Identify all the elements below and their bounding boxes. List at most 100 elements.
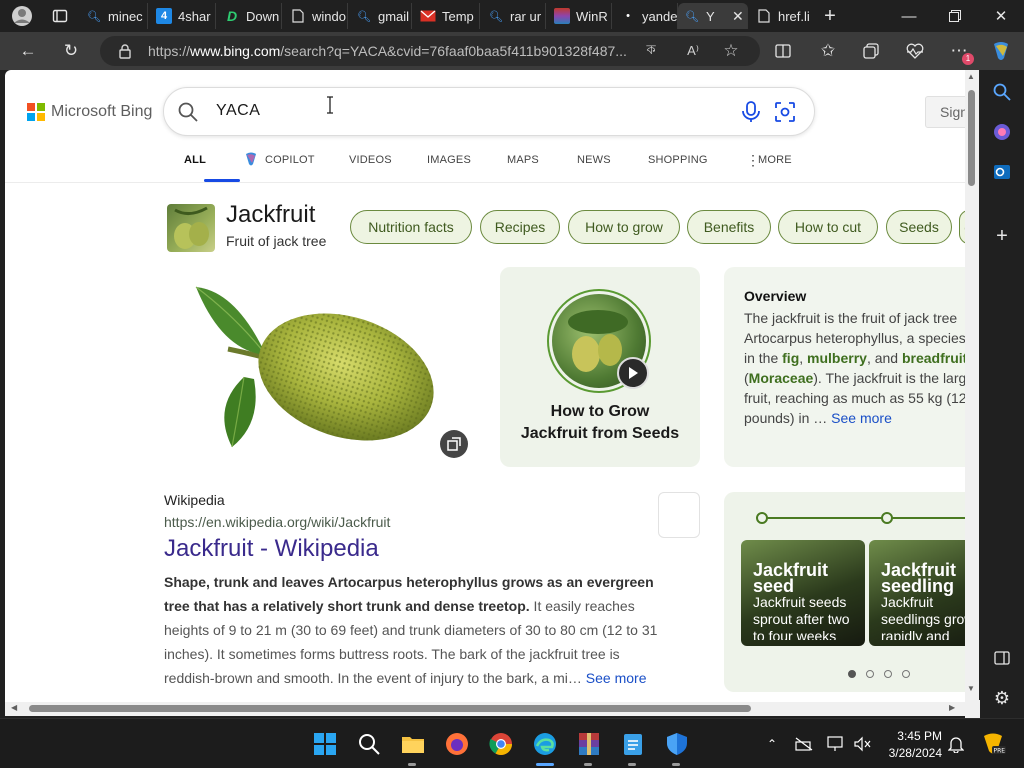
tab-actions-icon[interactable] bbox=[48, 4, 72, 28]
carousel-page-dot[interactable] bbox=[902, 670, 910, 678]
new-tab-plus-icon[interactable]: + bbox=[818, 4, 842, 28]
back-arrow-icon[interactable]: ← bbox=[15, 39, 41, 63]
search-query-text[interactable]: YACA bbox=[216, 102, 260, 120]
vertical-scrollbar[interactable]: ▲ ▼ bbox=[965, 70, 979, 700]
taskbar-search-icon[interactable] bbox=[356, 731, 382, 757]
tab-windows[interactable]: windo bbox=[284, 3, 348, 29]
copilot-icon[interactable] bbox=[988, 39, 1014, 63]
overview-see-more-link[interactable]: See more bbox=[831, 410, 892, 426]
tab-gmail[interactable]: 🔍︎ gmail bbox=[350, 3, 412, 29]
scroll-down-arrow-icon[interactable]: ▼ bbox=[967, 684, 975, 693]
sidebar-search-icon[interactable] bbox=[990, 80, 1014, 104]
copilot-pre-icon[interactable]: PRE bbox=[980, 733, 1006, 755]
vertical-scroll-thumb[interactable] bbox=[968, 90, 975, 186]
tab-4shared[interactable]: 4 4shar bbox=[150, 3, 216, 29]
system-clock[interactable]: 3:45 PM 3/28/2024 bbox=[880, 728, 942, 762]
tab-minecraft[interactable]: 🔍︎ minec bbox=[80, 3, 148, 29]
timeline-card-seedling[interactable]: Jackfruit seedling Jackfruit seedlings g… bbox=[869, 540, 965, 646]
favorites-icon[interactable]: ✩ bbox=[815, 39, 841, 63]
expand-image-icon[interactable] bbox=[440, 430, 468, 458]
jackfruit-main-image[interactable] bbox=[158, 267, 476, 465]
horizontal-scrollbar[interactable]: ◀ ▶ bbox=[5, 702, 965, 716]
volume-muted-icon[interactable] bbox=[852, 734, 872, 754]
scope-all[interactable]: ALL bbox=[184, 154, 206, 166]
sign-in-button[interactable]: Sign bbox=[925, 96, 965, 128]
timeline-card-seed[interactable]: Jackfruit seed Jackfruit seeds sprout af… bbox=[741, 540, 865, 646]
bing-logo[interactable]: Microsoft Bing bbox=[27, 103, 152, 121]
video-card[interactable]: How to Grow Jackfruit from Seeds bbox=[500, 267, 700, 467]
scroll-right-arrow-icon[interactable]: ▶ bbox=[949, 703, 955, 712]
scope-maps[interactable]: MAPS bbox=[507, 154, 539, 166]
scope-more[interactable]: MORE bbox=[758, 154, 792, 166]
scope-videos[interactable]: VIDEOS bbox=[349, 154, 392, 166]
split-screen-icon[interactable] bbox=[770, 39, 796, 63]
defender-shield-icon[interactable] bbox=[664, 731, 690, 757]
address-bar[interactable]: https://www.bing.com/search?q=YACA&cvid=… bbox=[100, 36, 760, 66]
collections-icon[interactable] bbox=[858, 39, 884, 63]
link-fig[interactable]: fig bbox=[782, 350, 799, 366]
sidebar-outlook-icon[interactable] bbox=[990, 160, 1014, 184]
tab-download[interactable]: D Down bbox=[218, 3, 282, 29]
sidebar-hide-icon[interactable] bbox=[990, 646, 1014, 670]
sidebar-copilot-icon[interactable] bbox=[990, 120, 1014, 144]
firefox-icon[interactable] bbox=[444, 731, 470, 757]
search-box[interactable]: YACA bbox=[163, 87, 815, 136]
scope-shopping[interactable]: SHOPPING bbox=[648, 154, 708, 166]
chip-nutrition-facts[interactable]: Nutrition facts bbox=[350, 210, 472, 244]
profile-avatar-icon[interactable] bbox=[10, 4, 34, 28]
restore-button[interactable] bbox=[932, 0, 978, 32]
link-mulberry[interactable]: mulberry bbox=[807, 350, 867, 366]
chip-benefits[interactable]: Benefits bbox=[687, 210, 771, 244]
tab-rar-url[interactable]: 🔍︎ rar ur bbox=[482, 3, 546, 29]
snippet-see-more-link[interactable]: See more bbox=[586, 670, 647, 686]
winrar-icon[interactable] bbox=[576, 731, 602, 757]
windows-start-icon[interactable] bbox=[312, 731, 338, 757]
close-tab-icon[interactable]: ✕ bbox=[732, 8, 744, 25]
link-moraceae[interactable]: Moraceae bbox=[749, 370, 814, 386]
display-icon[interactable] bbox=[826, 734, 846, 754]
minimize-button[interactable]: — bbox=[886, 0, 932, 32]
edge-icon[interactable] bbox=[532, 731, 558, 757]
carousel-page-dot[interactable] bbox=[866, 670, 874, 678]
scroll-left-arrow-icon[interactable]: ◀ bbox=[11, 703, 17, 712]
sidebar-add-icon[interactable]: + bbox=[990, 224, 1014, 248]
notifications-bell-icon[interactable] bbox=[946, 734, 966, 754]
carousel-page-dot[interactable] bbox=[848, 670, 856, 678]
close-window-button[interactable]: ✕ bbox=[978, 0, 1024, 32]
show-hidden-icons-chevron-icon[interactable]: ⌃ bbox=[762, 734, 782, 754]
notepad-icon[interactable] bbox=[620, 731, 646, 757]
chrome-icon[interactable] bbox=[488, 731, 514, 757]
file-explorer-icon[interactable] bbox=[400, 731, 426, 757]
browser-essentials-icon[interactable] bbox=[902, 39, 928, 63]
microphone-icon[interactable] bbox=[741, 101, 761, 123]
refresh-icon[interactable]: ↻ bbox=[58, 39, 84, 63]
tab-yandex[interactable]: • yande bbox=[614, 3, 678, 29]
play-icon[interactable] bbox=[617, 357, 649, 389]
result-title-link[interactable]: Jackfruit - Wikipedia bbox=[164, 535, 379, 563]
url-text[interactable]: https://www.bing.com/search?q=YACA&cvid=… bbox=[148, 43, 630, 59]
translate-icon[interactable]: ক bbox=[640, 42, 662, 60]
favorite-star-icon[interactable]: ☆ bbox=[720, 41, 742, 60]
visual-search-icon[interactable] bbox=[774, 101, 796, 123]
result-thumbnail-placeholder[interactable] bbox=[658, 492, 700, 538]
link-breadfruit[interactable]: breadfruit bbox=[902, 350, 965, 366]
tab-href-li[interactable]: href.li bbox=[750, 3, 820, 29]
video-title[interactable]: How to Grow Jackfruit from Seeds bbox=[500, 401, 700, 445]
lock-icon[interactable] bbox=[118, 43, 132, 59]
jackfruit-thumbnail[interactable] bbox=[167, 204, 215, 252]
read-aloud-icon[interactable]: A⁾ bbox=[682, 42, 704, 60]
carousel-page-dot[interactable] bbox=[884, 670, 892, 678]
scroll-up-arrow-icon[interactable]: ▲ bbox=[967, 72, 975, 81]
sidebar-settings-gear-icon[interactable]: ⚙ bbox=[990, 686, 1014, 710]
chip-how-to-cut[interactable]: How to cut bbox=[778, 210, 878, 244]
scope-news[interactable]: NEWS bbox=[577, 154, 611, 166]
tab-bing-active[interactable]: 🔍︎ Y ✕ bbox=[678, 3, 748, 29]
chip-recipes[interactable]: Recipes bbox=[480, 210, 560, 244]
scope-copilot[interactable]: COPILOT bbox=[265, 154, 315, 166]
network-disconnected-icon[interactable] bbox=[794, 734, 814, 754]
chip-seeds[interactable]: Seeds bbox=[886, 210, 952, 244]
result-url[interactable]: https://en.wikipedia.org/wiki/Jackfruit bbox=[164, 514, 390, 530]
tab-temp-mail[interactable]: Temp bbox=[414, 3, 480, 29]
scope-images[interactable]: IMAGES bbox=[427, 154, 471, 166]
tab-winrar[interactable]: WinR bbox=[548, 3, 612, 29]
